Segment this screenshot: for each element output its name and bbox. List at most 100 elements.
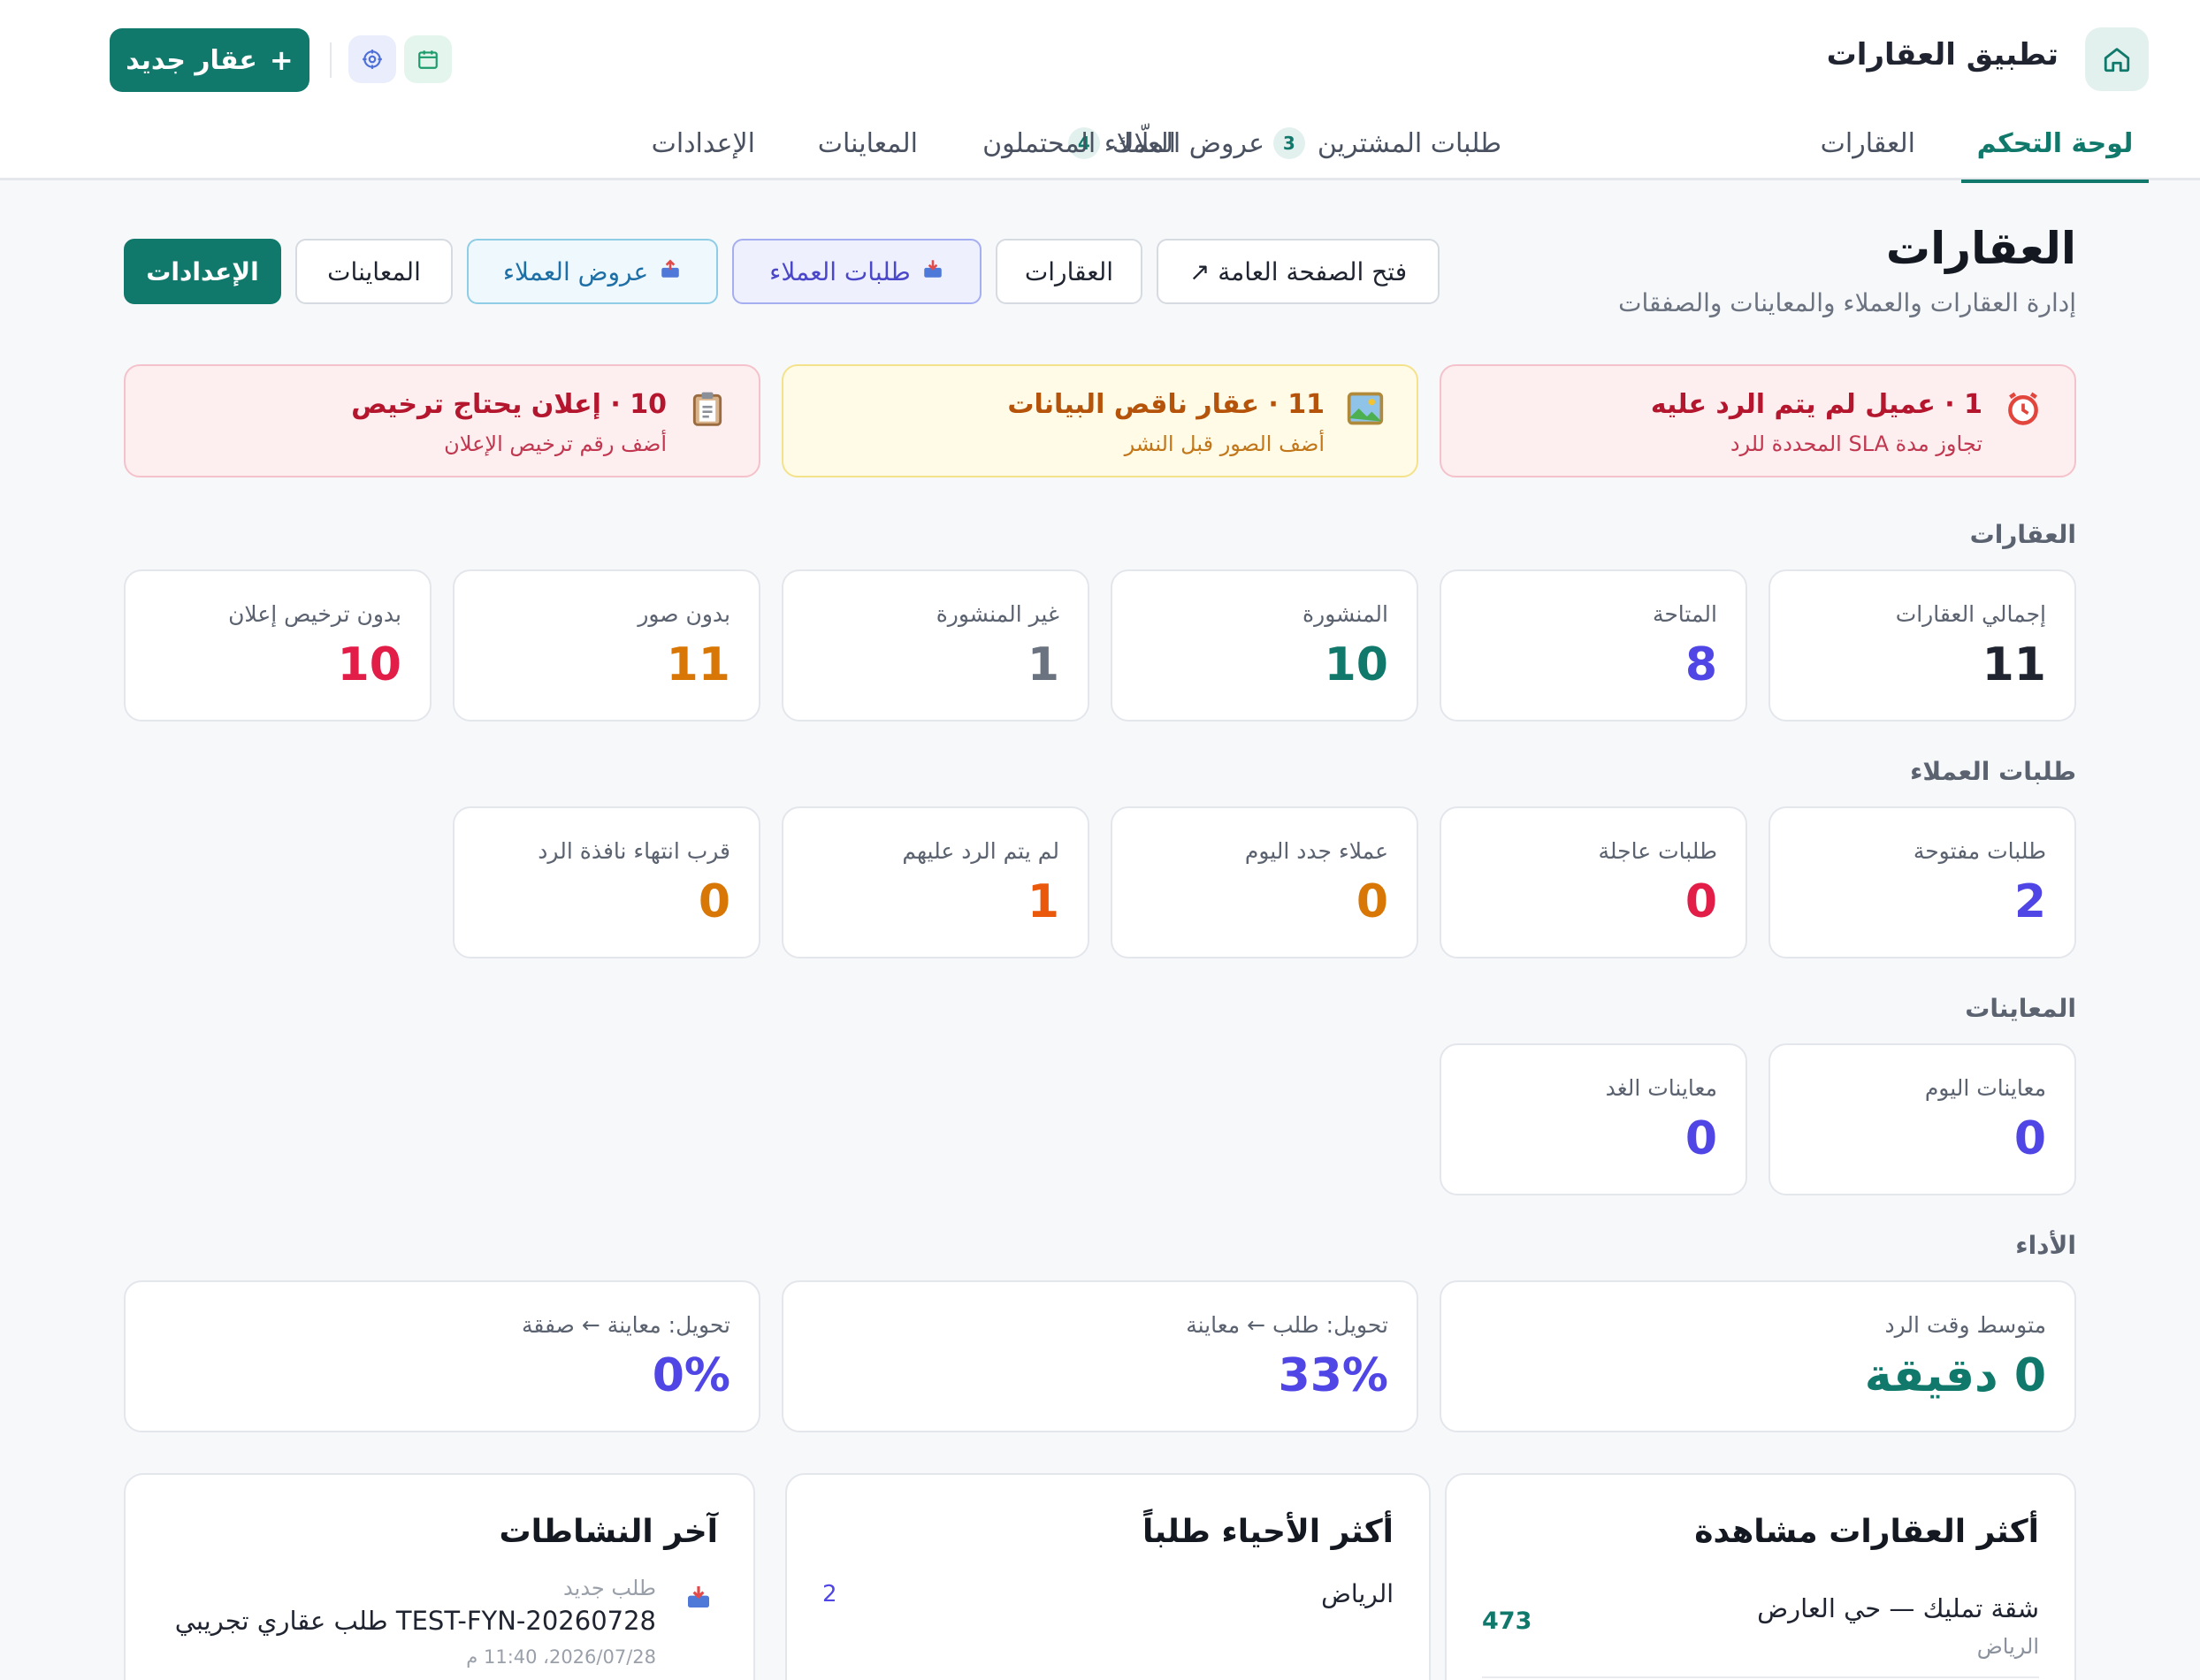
district-count: 2: [822, 1581, 837, 1607]
stat-unpublished[interactable]: غير المنشورة 1: [782, 569, 1089, 722]
panel-recent-activity: آخر النشاطات طلب جديد TEST-FYN-20260728 …: [124, 1473, 755, 1680]
section-label-requests: طلبات العملاء: [1910, 757, 2076, 786]
stat-label: لم يتم الرد عليهم: [902, 838, 1059, 864]
stat-no-license[interactable]: بدون ترخيص إعلان 10: [124, 569, 432, 722]
main-nav: لوحة التحكم العقارات طلبات المشترين 3 عر…: [0, 106, 2200, 183]
property-name[interactable]: شقة تمليك — حي العارض: [1757, 1593, 2039, 1623]
target-icon: [363, 50, 382, 69]
stat-label: إجمالي العقارات: [1895, 601, 2046, 627]
stat-label: تحويل: طلب ← معاينة: [1186, 1312, 1388, 1338]
stat-value: 10: [337, 638, 401, 691]
stat-value: 33%: [1278, 1349, 1388, 1402]
stat-avg-response-time[interactable]: متوسط وقت الرد 0 دقيقة: [1440, 1280, 2076, 1432]
alert-unanswered-client[interactable]: 1 · عميل لم يتم الرد عليه تجاوز مدة SLA …: [1440, 364, 2076, 477]
count-badge: 3: [1272, 127, 1305, 159]
stat-no-photos[interactable]: بدون صور 11: [453, 569, 760, 722]
new-property-label: عقار جديد: [126, 44, 257, 76]
tab-label: المعاينات: [817, 127, 918, 159]
picture-icon: [1347, 392, 1384, 425]
tab-settings[interactable]: الإعدادات: [652, 106, 755, 180]
client-requests-button[interactable]: طلبات العملاء: [732, 239, 982, 304]
stat-response-window-ending[interactable]: قرب انتهاء نافذة الرد 0: [453, 806, 760, 958]
stat-value: 0: [1684, 1112, 1717, 1165]
stat-viewing-to-deal[interactable]: تحويل: معاينة ← صفقة 0%: [124, 1280, 760, 1432]
button-label: عروض العملاء: [502, 256, 649, 286]
stat-viewings-tomorrow[interactable]: معاينات الغد 0: [1440, 1043, 1747, 1195]
alert-title: 10 · إعلان يحتاج ترخيص: [351, 389, 667, 420]
tab-label: العقارات: [1820, 127, 1915, 159]
alert-title: 11 · عقار ناقص البيانات: [1007, 389, 1325, 420]
stat-new-clients-today[interactable]: عملاء جدد اليوم 0: [1111, 806, 1418, 958]
stat-label: بدون صور: [638, 601, 730, 627]
top-header: تطبيق العقارات + عقار جديد لوحة التحكم ا…: [0, 0, 2200, 183]
stat-label: تحويل: معاينة ← صفقة: [521, 1312, 730, 1338]
target-button[interactable]: [348, 35, 396, 83]
stat-value: 0%: [652, 1349, 730, 1402]
button-label: فتح الصفحة العامة ↗: [1188, 256, 1408, 286]
stat-value: 0: [698, 875, 730, 928]
settings-button[interactable]: الإعدادات: [124, 239, 281, 304]
tab-buyer-requests[interactable]: طلبات المشترين 3: [1272, 106, 1501, 180]
view-count: 473: [1482, 1607, 1532, 1635]
stat-value: 0: [1684, 875, 1717, 928]
activity-text[interactable]: TEST-FYN-20260728 طلب عقاري تجريبي: [175, 1606, 656, 1636]
inbox-icon: [684, 1583, 713, 1615]
tab-properties[interactable]: العقارات: [1821, 106, 1915, 180]
stat-published[interactable]: المنشورة 10: [1111, 569, 1418, 722]
alert-subtitle: تجاوز مدة SLA المحددة للرد: [1730, 431, 1982, 456]
home-button[interactable]: [2085, 27, 2149, 91]
activity-type: طلب جديد: [563, 1576, 656, 1600]
stat-request-to-viewing[interactable]: تحويل: طلب ← معاينة 33%: [782, 1280, 1418, 1432]
alert-license-needed[interactable]: 10 · إعلان يحتاج ترخيص أضف رقم ترخيص الإ…: [124, 364, 760, 477]
tab-label: لوحة التحكم: [1976, 127, 2134, 159]
app-title: تطبيق العقارات: [1826, 37, 2059, 73]
alarm-clock-icon: [2008, 392, 2038, 425]
stat-viewings-today[interactable]: معاينات اليوم 0: [1768, 1043, 2076, 1195]
stat-value: 0: [2013, 1112, 2046, 1165]
stat-value: 8: [1684, 638, 1717, 691]
district-name: الرياض: [1321, 1579, 1394, 1608]
stat-value: 0: [1356, 875, 1388, 928]
tab-label: طلبات المشترين: [1317, 127, 1501, 159]
tab-dashboard[interactable]: لوحة التحكم: [1961, 106, 2149, 183]
page-title: العقارات: [1885, 223, 2076, 274]
stat-total-properties[interactable]: إجمالي العقارات 11: [1768, 569, 2076, 722]
stat-value: 11: [1982, 638, 2046, 691]
new-property-button[interactable]: + عقار جديد: [110, 28, 309, 92]
section-label-properties: العقارات: [1969, 520, 2076, 549]
outbox-icon: [659, 257, 682, 286]
page-subtitle: إدارة العقارات والعملاء والمعاينات والصف…: [1618, 288, 2076, 317]
section-label-performance: الأداء: [2015, 1231, 2076, 1260]
stat-value: 0 دقيقة: [1864, 1349, 2046, 1402]
alert-subtitle: أضف الصور قبل النشر: [1124, 431, 1325, 456]
calendar-icon: [418, 50, 438, 69]
tab-potential-clients[interactable]: العملاء المحتملون: [982, 106, 1176, 180]
stat-value: 1: [1027, 875, 1059, 928]
open-public-page-button[interactable]: فتح الصفحة العامة ↗: [1157, 239, 1440, 304]
button-label: العقارات: [1024, 256, 1114, 286]
stat-open-requests[interactable]: طلبات مفتوحة 2: [1768, 806, 2076, 958]
panel-top-districts: أكثر الأحياء طلباً الرياض 2: [785, 1473, 1431, 1680]
stat-label: قرب انتهاء نافذة الرد: [538, 838, 730, 864]
section-label-viewings: المعاينات: [1965, 994, 2076, 1023]
active-tab-indicator: [1961, 179, 2149, 183]
stat-available[interactable]: المتاحة 8: [1440, 569, 1747, 722]
alert-subtitle: أضف رقم ترخيص الإعلان: [444, 431, 667, 456]
stat-urgent-requests[interactable]: طلبات عاجلة 0: [1440, 806, 1747, 958]
stat-label: متوسط وقت الرد: [1884, 1312, 2046, 1338]
calendar-button[interactable]: [404, 35, 452, 83]
properties-button[interactable]: العقارات: [996, 239, 1142, 304]
stat-unanswered[interactable]: لم يتم الرد عليهم 1: [782, 806, 1089, 958]
alert-incomplete-property[interactable]: 11 · عقار ناقص البيانات أضف الصور قبل ال…: [782, 364, 1418, 477]
panel-most-viewed: أكثر العقارات مشاهدة شقة تمليك — حي العا…: [1445, 1473, 2076, 1680]
alert-title: 1 · عميل لم يتم الرد عليه: [1650, 389, 1982, 420]
stat-label: المنشورة: [1302, 601, 1388, 627]
property-city: الرياض: [1976, 1634, 2039, 1659]
home-icon: [2104, 48, 2130, 73]
plus-icon: +: [269, 43, 294, 77]
stat-label: معاينات اليوم: [1924, 1075, 2046, 1101]
viewings-button[interactable]: المعاينات: [295, 239, 453, 304]
tab-label: العملاء المحتملون: [982, 127, 1176, 159]
tab-viewings[interactable]: المعاينات: [818, 106, 918, 180]
client-offers-button[interactable]: عروض العملاء: [467, 239, 718, 304]
